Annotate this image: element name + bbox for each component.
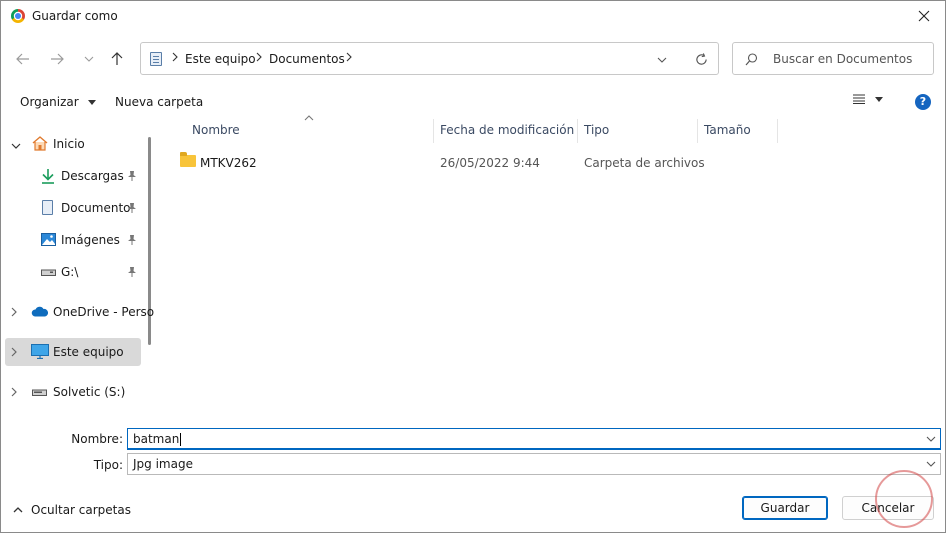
refresh-icon xyxy=(695,52,707,65)
search-box[interactable]: Buscar en Documentos xyxy=(732,42,934,75)
sidebar-item-onedrive[interactable]: OneDrive - Perso xyxy=(1,298,154,326)
title-bar: Guardar como xyxy=(1,1,945,31)
computer-icon xyxy=(31,344,49,359)
file-type-value: Jpg image xyxy=(133,457,193,471)
sidebar-item-imagenes[interactable]: Imágenes xyxy=(1,226,141,254)
file-name-field[interactable]: batman xyxy=(127,428,941,450)
chevron-right-icon[interactable] xyxy=(11,386,17,400)
home-icon xyxy=(32,136,48,151)
save-as-dialog: Guardar como Este equipo Documentos Busc… xyxy=(0,0,946,533)
chevron-down-icon xyxy=(84,56,94,62)
column-header-tamano[interactable]: Tamaño xyxy=(704,123,751,137)
download-icon xyxy=(42,169,54,184)
sidebar-item-descargas[interactable]: Descargas xyxy=(1,162,141,190)
back-arrow-icon xyxy=(16,53,29,65)
column-divider[interactable] xyxy=(577,119,578,143)
window-title: Guardar como xyxy=(32,9,118,23)
column-header-fecha[interactable]: Fecha de modificación xyxy=(440,123,574,137)
sidebar-item-este-equipo[interactable]: Este equipo xyxy=(1,338,141,366)
close-button[interactable] xyxy=(911,3,937,29)
navigation-pane: Inicio Descargas Documento Imágenes G:\ xyxy=(1,119,154,421)
chevron-down-icon[interactable] xyxy=(926,436,936,442)
help-icon[interactable]: ? xyxy=(915,94,931,110)
forward-arrow-icon xyxy=(51,53,64,65)
chevron-right-icon xyxy=(346,51,352,65)
breadcrumb-documentos[interactable]: Documentos xyxy=(269,52,345,66)
document-icon xyxy=(42,200,53,215)
hide-folders-toggle[interactable]: Ocultar carpetas xyxy=(13,503,131,517)
sidebar-item-documentos[interactable]: Documento xyxy=(1,194,141,222)
chevron-right-icon xyxy=(172,51,178,65)
column-header-nombre[interactable]: Nombre xyxy=(192,123,240,137)
chevron-down-icon xyxy=(926,461,936,467)
up-button[interactable] xyxy=(106,48,128,70)
save-button[interactable]: Guardar xyxy=(742,496,828,520)
view-options-button[interactable] xyxy=(853,94,883,104)
chevron-down-icon xyxy=(657,57,667,63)
pin-icon[interactable] xyxy=(127,170,137,181)
chevron-right-icon[interactable] xyxy=(11,346,17,360)
chevron-right-icon[interactable] xyxy=(11,306,17,320)
view-list-icon xyxy=(853,94,865,104)
recent-locations-button[interactable] xyxy=(78,48,100,70)
onedrive-icon xyxy=(31,306,49,317)
back-button[interactable] xyxy=(12,48,34,70)
chevron-down-icon[interactable] xyxy=(11,138,21,152)
organize-label: Organizar xyxy=(20,95,79,109)
address-history-dropdown[interactable] xyxy=(657,52,667,66)
column-header-tipo[interactable]: Tipo xyxy=(584,123,609,137)
file-name-input[interactable]: batman xyxy=(133,432,179,446)
up-arrow-icon xyxy=(111,52,123,65)
organize-button[interactable]: Organizar xyxy=(20,95,96,109)
chrome-icon xyxy=(11,9,25,23)
pin-icon[interactable] xyxy=(127,234,137,245)
file-type: Carpeta de archivos xyxy=(584,156,705,170)
folder-icon xyxy=(180,152,196,167)
pin-icon[interactable] xyxy=(127,266,137,277)
breadcrumb-este-equipo[interactable]: Este equipo xyxy=(185,52,256,66)
type-label: Tipo: xyxy=(93,458,123,472)
drive-icon xyxy=(32,389,47,396)
chevron-up-icon xyxy=(304,115,314,121)
forward-button[interactable] xyxy=(46,48,68,70)
refresh-button[interactable] xyxy=(692,50,710,68)
watermark-logo xyxy=(875,470,933,528)
chevron-down-icon xyxy=(87,100,96,105)
chevron-down-icon xyxy=(875,96,883,102)
column-divider[interactable] xyxy=(433,119,434,143)
close-icon xyxy=(918,10,930,22)
chevron-right-icon xyxy=(256,51,262,65)
drive-icon xyxy=(41,269,56,276)
column-divider[interactable] xyxy=(697,119,698,143)
document-icon xyxy=(150,52,162,66)
name-label: Nombre: xyxy=(71,432,123,446)
file-name: MTKV262 xyxy=(200,156,257,170)
sidebar-item-g-drive[interactable]: G:\ xyxy=(1,258,141,286)
address-bar[interactable]: Este equipo Documentos xyxy=(140,42,719,75)
pin-icon[interactable] xyxy=(127,202,137,213)
search-input[interactable]: Buscar en Documentos xyxy=(773,52,912,66)
file-type-select[interactable]: Jpg image xyxy=(127,453,941,475)
new-folder-button[interactable]: Nueva carpeta xyxy=(115,95,203,109)
search-icon xyxy=(745,53,758,69)
sidebar-item-inicio[interactable]: Inicio xyxy=(1,130,141,158)
chevron-up-icon xyxy=(13,507,23,513)
image-icon xyxy=(41,233,56,246)
column-divider[interactable] xyxy=(777,119,778,143)
hide-folders-label: Ocultar carpetas xyxy=(31,503,131,517)
sidebar-item-solvetic[interactable]: Solvetic (S:) xyxy=(1,378,141,406)
file-modified: 26/05/2022 9:44 xyxy=(440,156,540,170)
